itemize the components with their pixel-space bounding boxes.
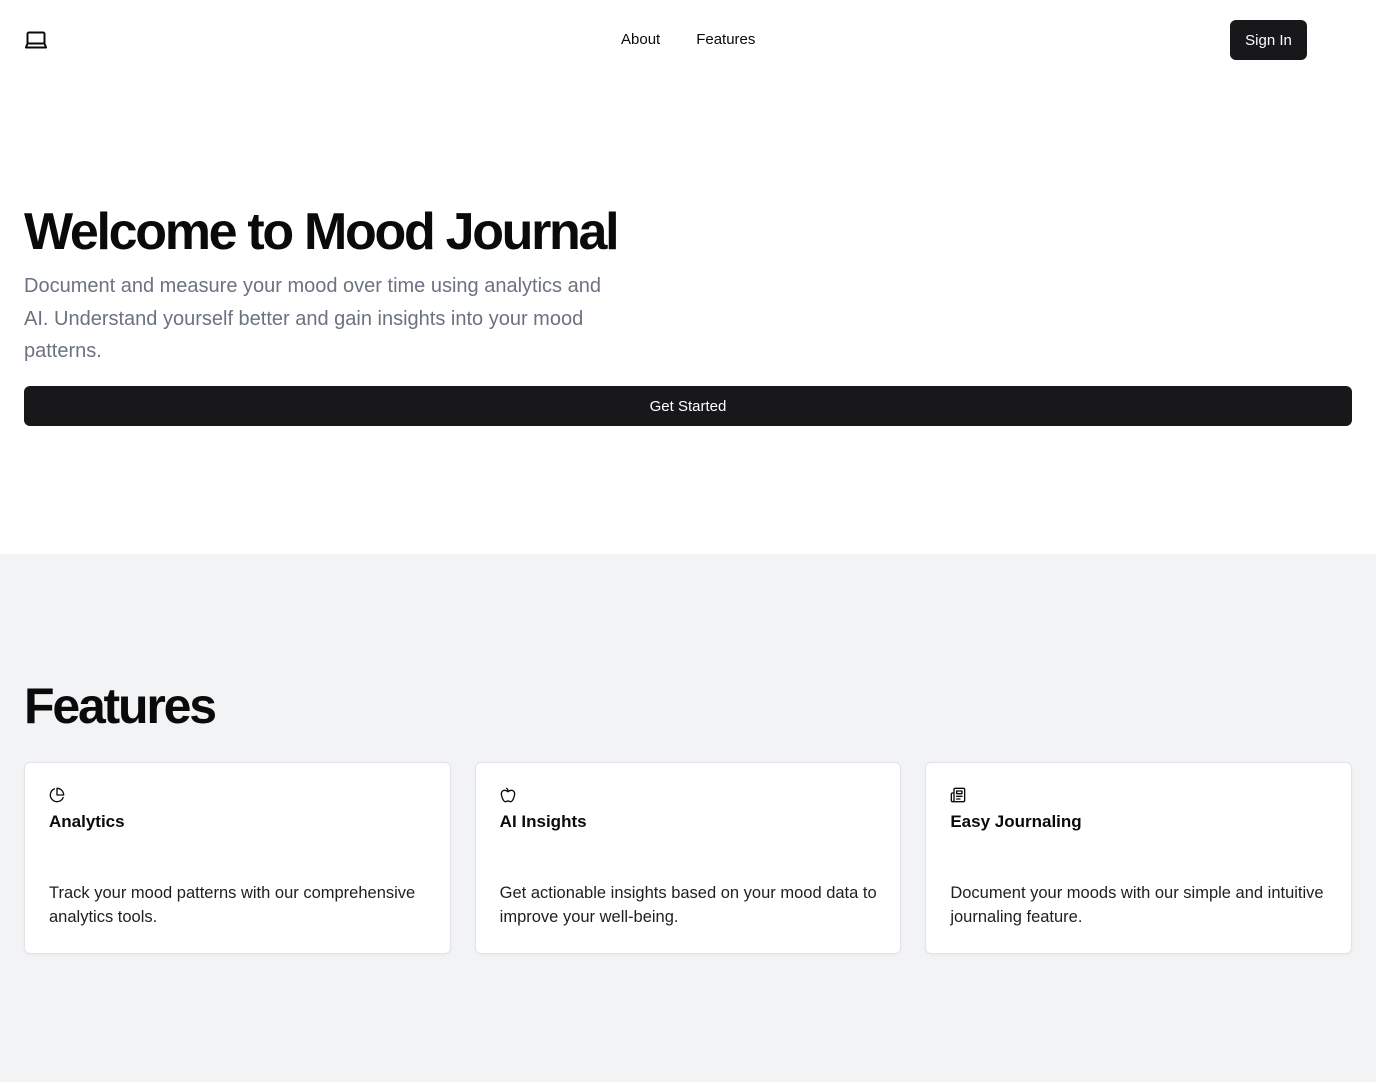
feature-description: Get actionable insights based on your mo…	[499, 884, 877, 926]
main-nav: About Features	[621, 30, 755, 50]
features-heading: Features	[24, 678, 217, 734]
hero-title: Welcome to Mood Journal	[24, 203, 620, 261]
newspaper-icon	[950, 787, 966, 803]
feature-title: Analytics	[49, 812, 125, 831]
feature-title: AI Insights	[499, 812, 587, 831]
feature-description: Track your mood patterns with our compre…	[49, 884, 416, 926]
pie-chart-icon	[49, 787, 65, 803]
feature-card-easy-journaling: Easy Journaling Document your moods with…	[925, 762, 1353, 954]
feature-card-analytics: Analytics Track your mood patterns with …	[24, 762, 451, 954]
feature-cards: Analytics Track your mood patterns with …	[24, 762, 1353, 954]
laptop-icon[interactable]	[24, 28, 48, 52]
feature-card-ai-insights: AI Insights Get actionable insights base…	[474, 762, 902, 954]
nav-link-about[interactable]: About	[621, 30, 660, 50]
hero-subtitle: Document and measure your mood over time…	[24, 275, 601, 362]
feature-description: Document your moods with our simple and …	[950, 884, 1324, 926]
features-section: Features Analytics Track your mood patte…	[0, 554, 1376, 1082]
nav-link-features[interactable]: Features	[696, 30, 755, 50]
get-started-button[interactable]: Get Started	[24, 386, 1352, 426]
feature-title: Easy Journaling	[950, 812, 1082, 831]
sign-in-button[interactable]: Sign In	[1230, 20, 1307, 60]
apple-icon	[500, 787, 516, 803]
site-header: About Features Sign In	[0, 0, 1376, 80]
hero-section: Welcome to Mood Journal Document and mea…	[0, 80, 1376, 554]
